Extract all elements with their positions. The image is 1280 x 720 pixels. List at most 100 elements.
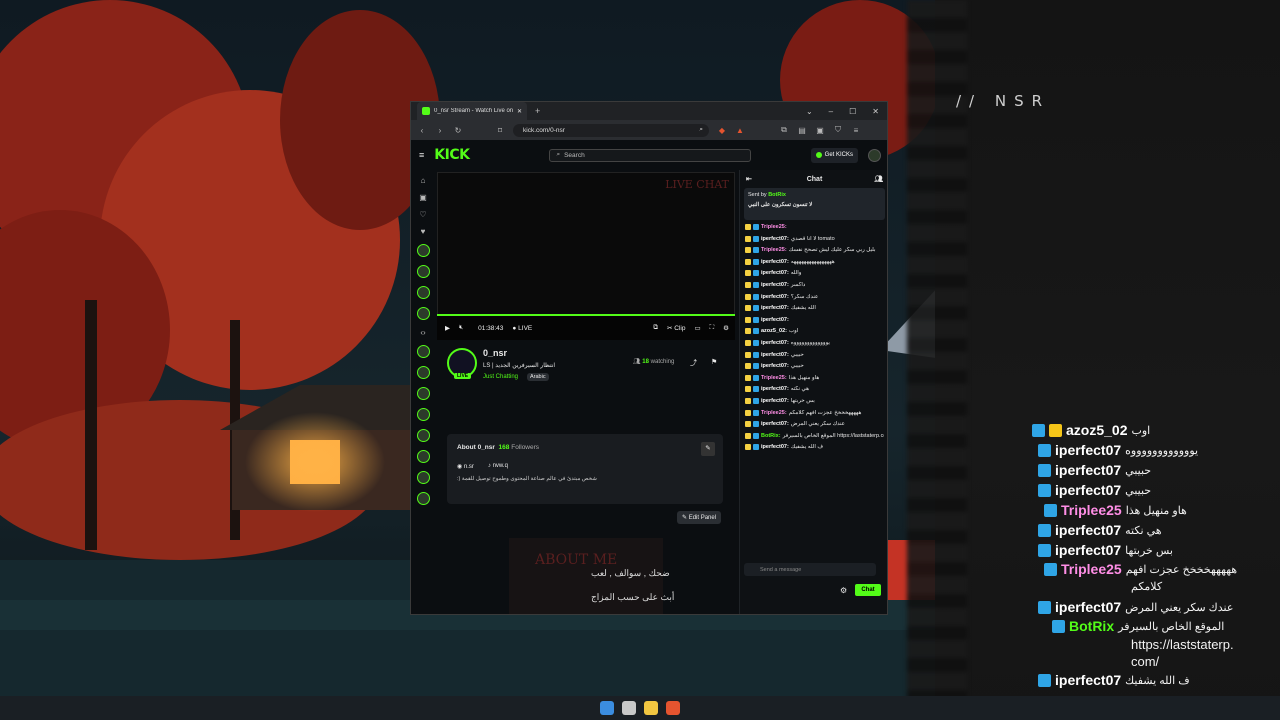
close-window-icon[interactable]: ✕	[872, 107, 879, 116]
follow-icon[interactable]: ⚑	[711, 358, 717, 366]
chat-username[interactable]: iperfect07:	[761, 398, 789, 404]
zoom-icon[interactable]: ⌕	[699, 126, 703, 134]
collapse-chat-icon[interactable]: ⇤	[746, 175, 752, 183]
chat-message[interactable]: Triplee25:	[745, 224, 884, 230]
menu-icon[interactable]: ≡	[851, 126, 861, 135]
chat-username[interactable]: iperfect07:	[761, 317, 789, 323]
chat-message[interactable]: iperfect07: عندك سكر؟	[745, 293, 884, 300]
chat-message[interactable]: Triplee25: هاو منهيل هذا	[745, 374, 884, 381]
recommended-channel-avatar[interactable]	[416, 366, 430, 379]
chat-message[interactable]: iperfect07: بس خربتها	[745, 397, 884, 404]
brave-browser-icon[interactable]	[666, 701, 680, 715]
hamburger-icon[interactable]: ≡	[419, 150, 424, 160]
reload-icon[interactable]: ↻	[453, 126, 463, 135]
search-input[interactable]: ⌕ Search	[549, 148, 752, 162]
chat-username[interactable]: iperfect07:	[761, 363, 789, 369]
chat-send-button[interactable]: Chat	[855, 584, 881, 596]
file-explorer-icon[interactable]	[644, 701, 658, 715]
edit-panel-button[interactable]: ✎ Edit Panel	[677, 511, 722, 524]
chat-message[interactable]: Triplee25: هههههخخخخ عجزت افهم كلامكم	[745, 409, 884, 416]
user-avatar[interactable]	[868, 148, 881, 162]
vpn-icon[interactable]: ⛉	[833, 125, 843, 135]
chat-message[interactable]: iperfect07: ف الله يشفيك	[745, 444, 884, 451]
chat-message[interactable]: Triplee25: بليل ربي سكر عليك ليش تصحح نف…	[745, 247, 884, 254]
sidebar-icon[interactable]: ▤	[797, 126, 807, 135]
brave-shield-icon[interactable]: ◆	[717, 126, 727, 135]
chat-username[interactable]: iperfect07:	[761, 421, 789, 427]
stream-category[interactable]: Just Chatting	[483, 374, 518, 380]
mute-icon[interactable]: 🔇︎	[459, 324, 463, 332]
channel-name[interactable]: 0_nsr	[483, 348, 507, 358]
chat-message[interactable]: iperfect07: حبيبي	[745, 351, 884, 358]
recommended-channel-avatar[interactable]	[416, 387, 430, 400]
browser-tab[interactable]: 0_nsr Stream - Watch Live on Ki ✕	[417, 102, 527, 120]
chat-message[interactable]: iperfect07: ههههههههههههههههه	[745, 258, 884, 265]
back-icon[interactable]: ‹	[417, 126, 427, 135]
store-icon[interactable]	[622, 701, 636, 715]
chat-username[interactable]: iperfect07:	[761, 386, 789, 392]
chat-username[interactable]: iperfect07:	[761, 270, 789, 276]
minimize-icon[interactable]: –	[829, 107, 833, 116]
chat-message[interactable]: iperfect07: حبيبي	[745, 363, 884, 370]
kick-logo[interactable]: KICK	[434, 147, 470, 163]
chat-username[interactable]: Triplee25:	[761, 224, 787, 230]
chat-message[interactable]: iperfect07: يوووووووووووووه	[745, 339, 884, 346]
chat-message[interactable]: azoz5_02: اوب	[745, 328, 884, 335]
following-icon[interactable]: ♥	[419, 227, 428, 236]
language-tag[interactable]: Arabic	[527, 373, 549, 381]
followed-channel-avatar[interactable]	[416, 307, 430, 320]
chat-username[interactable]: iperfect07:	[761, 282, 789, 288]
settings-icon[interactable]: ⚙	[723, 324, 729, 332]
chat-username[interactable]: iperfect07:	[761, 259, 789, 265]
progress-bar[interactable]	[437, 314, 735, 316]
clip-button[interactable]: ✂ Clip	[667, 324, 685, 332]
chat-message[interactable]: iperfect07: والله	[745, 270, 884, 277]
chat-username[interactable]: iperfect07:	[761, 352, 789, 358]
chevron-down-icon[interactable]: ⌄	[806, 107, 813, 116]
windows-start-icon[interactable]	[600, 701, 614, 715]
tiktok-link[interactable]: ♪ nvw.q	[488, 463, 508, 470]
chat-username[interactable]: BotRix:	[761, 433, 781, 439]
theater-icon[interactable]: ▭	[694, 324, 700, 332]
recommended-channel-avatar[interactable]	[416, 450, 430, 463]
recommended-channel-avatar[interactable]	[416, 429, 430, 442]
get-kicks-button[interactable]: Get KICKs	[810, 147, 858, 163]
forward-icon[interactable]: ›	[435, 126, 445, 135]
chat-settings-icon[interactable]: ⚙	[840, 586, 847, 595]
chat-message[interactable]: iperfect07:	[745, 316, 884, 323]
chat-username[interactable]: iperfect07:	[761, 236, 789, 242]
recommended-channel-avatar[interactable]	[416, 492, 430, 505]
chat-input[interactable]: Send a message	[744, 563, 876, 576]
chat-username[interactable]: iperfect07:	[761, 340, 789, 346]
edit-about-icon[interactable]: ✎	[701, 442, 715, 456]
chat-username[interactable]: iperfect07:	[761, 444, 789, 450]
pip-icon[interactable]: ⧉	[653, 324, 658, 332]
close-tab-icon[interactable]: ✕	[517, 108, 522, 115]
chat-message[interactable]: iperfect07: هي نكته	[745, 386, 884, 393]
chat-message[interactable]: iperfect07: عندك سكر يعني المرض	[745, 421, 884, 428]
extensions-icon[interactable]: ⧉	[779, 125, 789, 135]
maximize-icon[interactable]: ☐	[849, 107, 856, 116]
followed-channel-avatar[interactable]	[416, 244, 430, 257]
play-icon[interactable]: ▶	[445, 324, 450, 332]
brave-rewards-icon[interactable]: ▲	[735, 126, 745, 135]
home-icon[interactable]: ⌂	[419, 176, 428, 185]
chat-message[interactable]: iperfect07: داكسر	[745, 281, 884, 288]
chat-message[interactable]: iperfect07: لا انا قصدي tomato	[745, 235, 884, 242]
chat-username[interactable]: Triplee25:	[761, 247, 787, 253]
wallet-icon[interactable]: ▣	[815, 126, 825, 135]
chat-message[interactable]: BotRix: الموقع الخاص بالسيرفر https://la…	[745, 432, 884, 439]
followed-channel-avatar[interactable]	[416, 265, 430, 278]
chat-username[interactable]: azoz5_02:	[761, 328, 787, 334]
chat-username[interactable]: iperfect07:	[761, 294, 789, 300]
discord-link[interactable]: ◉ n.sr	[457, 463, 474, 470]
recommended-channel-avatar[interactable]	[416, 345, 430, 358]
heart-icon[interactable]: ♡	[419, 210, 428, 219]
address-bar[interactable]: kick.com/0-nsr ⌕	[513, 123, 709, 137]
fullscreen-icon[interactable]: ⛶	[710, 324, 715, 332]
recommended-channel-avatar[interactable]	[416, 408, 430, 421]
chat-username[interactable]: iperfect07:	[761, 305, 789, 311]
chat-users-icon[interactable]: 👥︎	[874, 175, 883, 183]
chat-message[interactable]: iperfect07: الله يشفيك	[745, 305, 884, 312]
bookmark-icon[interactable]: ⌑	[495, 126, 505, 135]
